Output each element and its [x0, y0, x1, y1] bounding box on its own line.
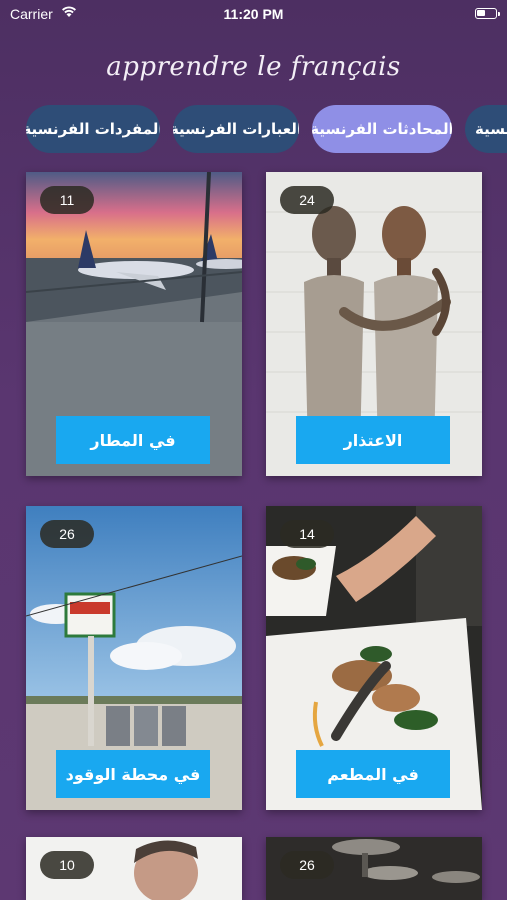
- card-airport[interactable]: 11 في المطار: [26, 172, 242, 476]
- status-bar: Carrier 11:20 PM: [0, 0, 507, 28]
- phrase-count-badge: 26: [40, 520, 94, 548]
- card-restaurant[interactable]: 14 في المطعم: [266, 506, 482, 810]
- phrase-count-badge: 24: [280, 186, 334, 214]
- phrase-count-badge: 11: [40, 186, 94, 214]
- card-gas-station[interactable]: 26 في محطة الوقود: [26, 506, 242, 810]
- clock: 11:20 PM: [223, 6, 284, 22]
- card-partial-left[interactable]: 10: [26, 837, 242, 900]
- app-title: apprendre le français: [106, 52, 401, 82]
- card-apology[interactable]: 24 الاعتذار: [266, 172, 482, 476]
- tab-label: المحادثات الفرنسية: [312, 120, 452, 138]
- tab-label: المفردات الفرنسية: [26, 120, 160, 138]
- card-partial-right[interactable]: 26: [266, 837, 482, 900]
- card-title-button[interactable]: في محطة الوقود: [56, 750, 210, 798]
- tab-french-vocabulary[interactable]: المفردات الفرنسية: [26, 105, 160, 153]
- phrase-count-badge: 10: [40, 851, 94, 879]
- tab-french-phrases[interactable]: العبارات الفرنسية: [173, 105, 299, 153]
- tab-french-conversations[interactable]: المحادثات الفرنسية: [312, 105, 452, 153]
- tab-partial[interactable]: نسية: [465, 105, 507, 153]
- phrase-count-badge: 26: [280, 851, 334, 879]
- tab-label: نسية: [475, 120, 507, 138]
- battery-icon: [475, 8, 500, 19]
- card-title-button[interactable]: الاعتذار: [296, 416, 450, 464]
- card-title-button[interactable]: في المطار: [56, 416, 210, 464]
- phrase-count-badge: 14: [280, 520, 334, 548]
- category-tabs: المفردات الفرنسية العبارات الفرنسية المح…: [0, 105, 507, 153]
- card-title-button[interactable]: في المطعم: [296, 750, 450, 798]
- tab-label: العبارات الفرنسية: [173, 120, 299, 138]
